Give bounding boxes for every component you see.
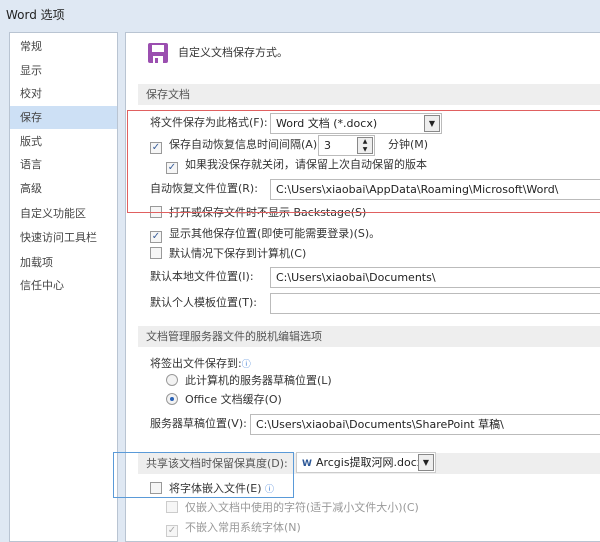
- show-other-checkbox[interactable]: ✓ 显示其他保存位置(即使可能需要登录)(S)。: [150, 226, 380, 243]
- server-drafts-label: 服务器草稿位置(V):: [150, 417, 247, 430]
- checkout-label: 将签出文件保存到:ⓘ: [150, 356, 251, 373]
- section-offline-editing: 文档管理服务器文件的脱机编辑选项: [138, 326, 600, 347]
- header-text: 自定义文档保存方式。: [178, 46, 288, 59]
- sidebar-item-customize-ribbon[interactable]: 自定义功能区: [10, 202, 117, 225]
- radio-office-cache[interactable]: Office 文档缓存(O): [166, 392, 282, 408]
- sidebar-item-trust-center[interactable]: 信任中心: [10, 274, 117, 297]
- word-document-icon: W: [302, 459, 312, 469]
- radio-icon[interactable]: [166, 393, 178, 405]
- no-common-label: 不嵌入常用系统字体(N): [185, 521, 301, 534]
- window-title: Word 选项: [6, 8, 65, 22]
- no-common-fonts-checkbox[interactable]: ✓ 不嵌入常用系统字体(N): [166, 520, 301, 537]
- local-location-input[interactable]: C:\Users\xiaobai\Documents\: [270, 267, 600, 288]
- sidebar: 常规 显示 校对 保存 版式 语言 高级 自定义功能区 快速访问工具栏 加载项 …: [9, 32, 118, 542]
- sidebar-item-save[interactable]: 保存: [10, 106, 117, 129]
- floppy-disk-icon: [148, 43, 168, 63]
- radio-icon[interactable]: [166, 374, 178, 386]
- template-location-label: 默认个人模板位置(T):: [150, 296, 258, 309]
- checkbox-icon[interactable]: ✓: [150, 231, 162, 243]
- sidebar-item-display[interactable]: 显示: [10, 59, 117, 82]
- save-to-computer-label: 默认情况下保存到计算机(C): [169, 247, 307, 260]
- chevron-down-icon[interactable]: ▼: [418, 454, 434, 471]
- fidelity-document-value: Arcgis提取河网.docx: [315, 456, 424, 469]
- server-drafts-input[interactable]: C:\Users\xiaobai\Documents\SharePoint 草稿…: [250, 414, 600, 435]
- embed-used-checkbox[interactable]: 仅嵌入文档中使用的字符(适于减小文件大小)(C): [166, 500, 419, 516]
- checkbox-icon[interactable]: ✓: [166, 525, 178, 537]
- sidebar-item-layout[interactable]: 版式: [10, 130, 117, 153]
- checkout-label-text: 将签出文件保存到:: [150, 357, 242, 370]
- sidebar-item-addins[interactable]: 加载项: [10, 251, 117, 274]
- radio-server-label: 此计算机的服务器草稿位置(L): [185, 374, 332, 387]
- section-save-documents: 保存文档: [138, 84, 600, 105]
- sidebar-item-general[interactable]: 常规: [10, 35, 117, 58]
- embed-used-label: 仅嵌入文档中使用的字符(适于减小文件大小)(C): [185, 501, 419, 514]
- fidelity-document-select[interactable]: W Arcgis提取河网.docx ▼: [296, 452, 436, 473]
- save-to-computer-checkbox[interactable]: 默认情况下保存到计算机(C): [150, 246, 306, 262]
- local-location-label: 默认本地文件位置(I):: [150, 270, 254, 283]
- sidebar-item-proofing[interactable]: 校对: [10, 82, 117, 105]
- info-icon[interactable]: ⓘ: [242, 360, 251, 370]
- red-highlight-box: [127, 110, 600, 213]
- show-other-label: 显示其他保存位置(即使可能需要登录)(S)。: [169, 227, 381, 240]
- radio-server-drafts[interactable]: 此计算机的服务器草稿位置(L): [166, 373, 332, 389]
- template-location-input[interactable]: [270, 293, 600, 314]
- radio-office-label: Office 文档缓存(O): [185, 393, 282, 406]
- checkbox-icon[interactable]: [150, 247, 162, 259]
- sidebar-item-quick-access[interactable]: 快速访问工具栏: [10, 226, 117, 249]
- blue-highlight-box: [113, 452, 294, 498]
- checkbox-icon[interactable]: [166, 501, 178, 513]
- sidebar-item-language[interactable]: 语言: [10, 153, 117, 176]
- sidebar-item-advanced[interactable]: 高级: [10, 177, 117, 200]
